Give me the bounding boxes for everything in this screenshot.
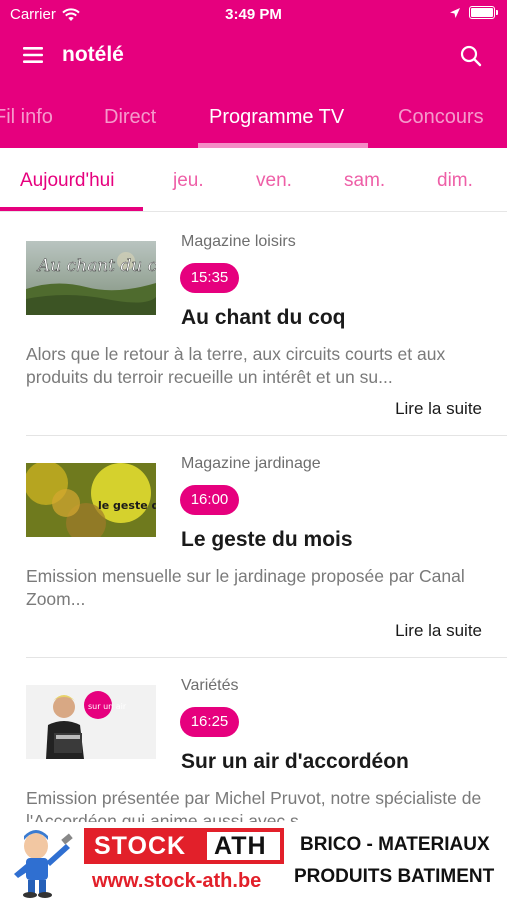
ad-tagline-1: BRICO - MATERIAUX [300,834,490,855]
program-category: Magazine jardinage [181,455,321,472]
ad-banner[interactable]: STOCK ATH www.stock-ath.be BRICO - MATER… [0,822,507,900]
program-time-badge: 16:00 [180,485,239,515]
thumbnail-title-text: Au chant du coq [36,256,156,276]
program-title: Le geste du mois [181,528,353,551]
read-more-link[interactable]: Lire la suite [395,399,482,419]
program-item[interactable]: sur un air Variétés 16:25 Sur un air d'a… [0,657,507,837]
status-right [449,6,498,19]
thumbnail-title-text: sur un air [88,702,127,711]
ad-brand-stock: STOCK [94,832,187,860]
status-time: 3:49 PM [225,6,282,23]
handyman-mascot-icon [14,830,73,898]
ad-tagline-2: PRODUITS BATIMENT [294,866,495,887]
tab-direct[interactable]: Direct [104,106,156,129]
tab-programme-tv[interactable]: Programme TV [209,106,344,129]
program-category: Magazine loisirs [181,233,296,250]
program-time-badge: 15:35 [180,263,239,293]
program-description: Alors que le retour à la terre, aux circ… [26,344,446,387]
hamburger-menu-icon[interactable] [22,44,46,66]
app-bar: notélé [0,30,507,82]
program-title: Au chant du coq [181,306,346,329]
program-description: Emission mensuelle sur le jardinage prop… [26,566,465,609]
tab-concours[interactable]: Concours [398,106,484,129]
app-title: notélé [62,43,124,66]
program-title: Sur un air d'accordéon [181,750,409,773]
program-category: Variétés [181,677,239,694]
battery-icon [469,6,498,19]
top-tabs: Fil info Direct Programme TV Concours [0,82,507,148]
program-time-badge: 16:25 [180,707,239,737]
day-tab-sunday[interactable]: dim. [437,170,473,192]
status-bar: Carrier 3:49 PM [0,0,507,30]
program-thumbnail: sur un air [26,685,156,759]
day-tab-today[interactable]: Aujourd'hui [20,170,114,192]
day-tabs: Aujourd'hui jeu. ven. sam. dim. [0,148,507,212]
day-tab-thursday[interactable]: jeu. [173,170,204,192]
ad-url: www.stock-ath.be [92,870,262,892]
program-thumbnail: le geste du mois [26,463,156,537]
program-thumbnail: Au chant du coq [26,241,156,315]
read-more-link[interactable]: Lire la suite [395,621,482,641]
program-item[interactable]: le geste du mois Magazine jardinage 16:0… [0,435,507,657]
location-arrow-icon [450,7,460,18]
day-tab-saturday[interactable]: sam. [344,170,385,192]
day-tab-friday[interactable]: ven. [256,170,292,192]
ad-brand-ath: ATH [214,832,267,860]
program-item[interactable]: Au chant du coq Magazine loisirs 15:35 A… [0,213,507,435]
search-icon[interactable] [459,44,483,68]
tab-fil-info[interactable]: Fil info [0,106,53,129]
thumbnail-title-text: le geste du mois [98,499,156,512]
active-day-indicator [0,207,143,211]
